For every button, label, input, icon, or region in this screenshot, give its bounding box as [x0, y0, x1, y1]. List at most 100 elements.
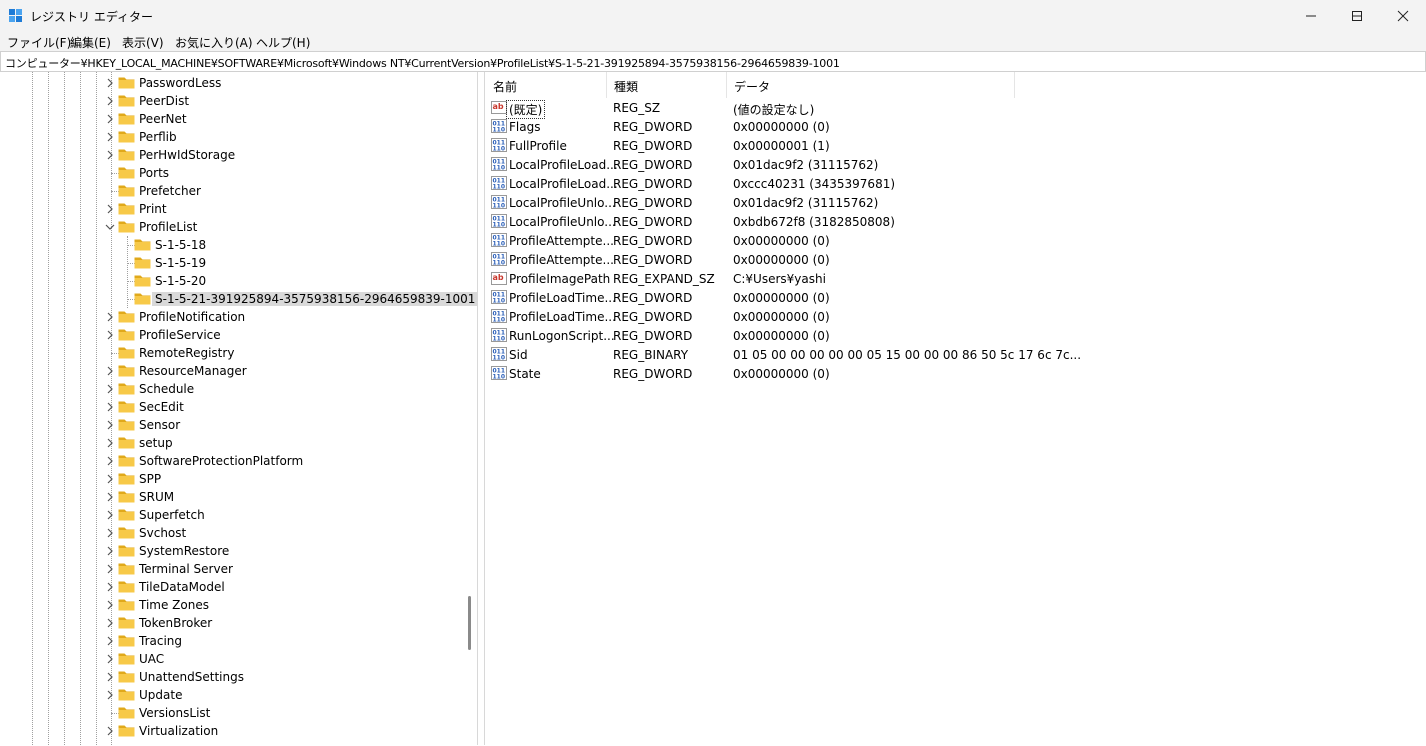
column-header-type[interactable]: 種類	[606, 72, 727, 98]
tree-item[interactable]: TokenBroker	[1, 614, 477, 632]
value-row[interactable]: 011 110 FullProfile REG_DWORD 0x00000001 (1)	[485, 136, 1426, 155]
minimize-button-2[interactable]	[1288, 0, 1334, 31]
tree-item[interactable]: Virtualization	[1, 722, 477, 740]
tree-item[interactable]: Tracing	[1, 632, 477, 650]
chevron-right-icon[interactable]	[105, 96, 115, 106]
tree-item[interactable]: S-1-5-19	[1, 254, 477, 272]
tree-item[interactable]: Terminal Server	[1, 560, 477, 578]
chevron-right-icon[interactable]	[105, 366, 115, 376]
tree-item[interactable]: ProfileService	[1, 326, 477, 344]
chevron-right-icon[interactable]	[105, 312, 115, 322]
tree-item[interactable]: SRUM	[1, 488, 477, 506]
tree-item-label: Prefetcher	[139, 184, 201, 198]
tree-item[interactable]: VersionsList	[1, 704, 477, 722]
chevron-right-icon[interactable]	[105, 330, 115, 340]
chevron-right-icon[interactable]	[105, 420, 115, 430]
chevron-right-icon[interactable]	[105, 726, 115, 736]
tree-item[interactable]: S-1-5-18	[1, 236, 477, 254]
value-row[interactable]: 011 110 ProfileAttempte... REG_DWORD 0x00000…	[485, 250, 1426, 269]
value-row[interactable]: ab ProfileImagePath REG_EXPAND_SZ C:¥Users¥…	[485, 269, 1426, 288]
menu-view[interactable]: 表示(V)	[122, 34, 164, 51]
chevron-right-icon[interactable]	[105, 618, 115, 628]
value-row[interactable]: ab (既定) REG_SZ (値の設定なし)	[485, 98, 1426, 119]
value-row[interactable]: 011 110 LocalProfileLoad... REG_DWORD 0xccc4…	[485, 174, 1426, 193]
value-row[interactable]: 011 110 Sid REG_BINARY 01 05 00 00 00 00 00 …	[485, 345, 1426, 364]
tree-item-label: SRUM	[139, 490, 175, 504]
menu-help[interactable]: ヘルプ(H)	[256, 34, 310, 51]
chevron-right-icon[interactable]	[105, 600, 115, 610]
tree-item[interactable]: Time Zones	[1, 596, 477, 614]
tree-item[interactable]: Prefetcher	[1, 182, 477, 200]
chevron-right-icon[interactable]	[105, 114, 115, 124]
tree-item[interactable]: ProfileNotification	[1, 308, 477, 326]
address-bar[interactable]: コンピューター¥HKEY_LOCAL_MACHINE¥SOFTWARE¥Micr…	[0, 51, 1426, 72]
key-tree-pane[interactable]: PasswordLess PeerDist PeerNet Perflib PerHwI…	[1, 72, 478, 745]
address-path[interactable]: コンピューター¥HKEY_LOCAL_MACHINE¥SOFTWARE¥Micr…	[5, 55, 840, 71]
tree-item[interactable]: UnattendSettings	[1, 668, 477, 686]
tree-item[interactable]: S-1-5-21-391925894-3575938156-2964659839…	[1, 290, 477, 308]
tree-item[interactable]: ResourceManager	[1, 362, 477, 380]
chevron-right-icon[interactable]	[105, 528, 115, 538]
chevron-right-icon[interactable]	[105, 582, 115, 592]
value-row[interactable]: 011 110 ProfileLoadTime... REG_DWORD 0x00000…	[485, 307, 1426, 326]
menu-favorites[interactable]: お気に入り(A)	[175, 34, 253, 51]
string-value-icon: ab	[491, 272, 507, 285]
value-row[interactable]: 011 110 LocalProfileUnlo... REG_DWORD 0x01da…	[485, 193, 1426, 212]
value-row[interactable]: 011 110 Flags REG_DWORD 0x00000000 (0)	[485, 117, 1426, 136]
folder-icon	[118, 185, 135, 197]
chevron-right-icon[interactable]	[105, 78, 115, 88]
chevron-right-icon[interactable]	[105, 384, 115, 394]
value-row[interactable]: 011 110 State REG_DWORD 0x00000000 (0)	[485, 364, 1426, 383]
menu-edit[interactable]: 編集(E)	[70, 34, 111, 51]
tree-item[interactable]: Svchost	[1, 524, 477, 542]
maximize-button-2[interactable]	[1334, 0, 1380, 31]
tree-item[interactable]: Schedule	[1, 380, 477, 398]
chevron-down-icon[interactable]	[105, 222, 115, 232]
value-row[interactable]: 011 110 RunLogonScript... REG_DWORD 0x000000…	[485, 326, 1426, 345]
tree-item[interactable]: SystemRestore	[1, 542, 477, 560]
tree-item[interactable]: PerHwIdStorage	[1, 146, 477, 164]
value-row[interactable]: 011 110 LocalProfileLoad... REG_DWORD 0x01da…	[485, 155, 1426, 174]
tree-item[interactable]: SecEdit	[1, 398, 477, 416]
tree-item[interactable]: UAC	[1, 650, 477, 668]
tree-item[interactable]: PasswordLess	[1, 74, 477, 92]
chevron-right-icon[interactable]	[105, 204, 115, 214]
chevron-right-icon[interactable]	[105, 132, 115, 142]
tree-item[interactable]: PeerNet	[1, 110, 477, 128]
value-row[interactable]: 011 110 ProfileLoadTime... REG_DWORD 0x00000…	[485, 288, 1426, 307]
chevron-right-icon[interactable]	[105, 690, 115, 700]
tree-item[interactable]: Sensor	[1, 416, 477, 434]
chevron-right-icon[interactable]	[105, 492, 115, 502]
tree-item[interactable]: RemoteRegistry	[1, 344, 477, 362]
values-list-pane[interactable]: 名前 種類 データ ab (既定) REG_SZ (値の設定なし) 011 110 Flag…	[484, 72, 1426, 745]
tree-item[interactable]: Perflib	[1, 128, 477, 146]
tree-item[interactable]: ProfileList	[1, 218, 477, 236]
column-header-data[interactable]: データ	[726, 72, 1015, 98]
chevron-right-icon[interactable]	[105, 474, 115, 484]
tree-item[interactable]: S-1-5-20	[1, 272, 477, 290]
chevron-right-icon[interactable]	[105, 546, 115, 556]
column-header-name[interactable]: 名前	[485, 72, 607, 98]
chevron-right-icon[interactable]	[105, 654, 115, 664]
chevron-right-icon[interactable]	[105, 672, 115, 682]
tree-item[interactable]: Update	[1, 686, 477, 704]
tree-item[interactable]: TileDataModel	[1, 578, 477, 596]
tree-item[interactable]: Ports	[1, 164, 477, 182]
menu-file[interactable]: ファイル(F)	[7, 34, 71, 51]
tree-item[interactable]: setup	[1, 434, 477, 452]
chevron-right-icon[interactable]	[105, 564, 115, 574]
chevron-right-icon[interactable]	[105, 150, 115, 160]
close-button[interactable]	[1380, 0, 1426, 31]
chevron-right-icon[interactable]	[105, 438, 115, 448]
tree-item[interactable]: SoftwareProtectionPlatform	[1, 452, 477, 470]
tree-item[interactable]: PeerDist	[1, 92, 477, 110]
value-row[interactable]: 011 110 LocalProfileUnlo... REG_DWORD 0xbdb6…	[485, 212, 1426, 231]
tree-item[interactable]: Superfetch	[1, 506, 477, 524]
tree-item[interactable]: SPP	[1, 470, 477, 488]
value-row[interactable]: 011 110 ProfileAttempte... REG_DWORD 0x00000…	[485, 231, 1426, 250]
chevron-right-icon[interactable]	[105, 456, 115, 466]
chevron-right-icon[interactable]	[105, 402, 115, 412]
tree-item[interactable]: Print	[1, 200, 477, 218]
chevron-right-icon[interactable]	[105, 510, 115, 520]
chevron-right-icon[interactable]	[105, 636, 115, 646]
